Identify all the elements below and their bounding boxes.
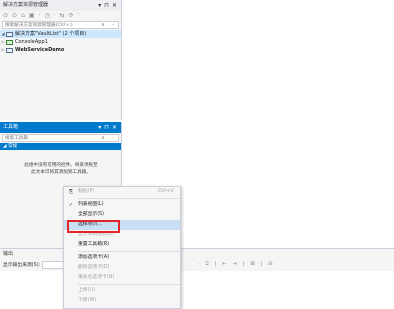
solution-explorer-title: 解决方案资源管理器 [3, 2, 49, 8]
menu-item-label: 显示项目格式(O) [78, 232, 115, 237]
menu-item-list-view[interactable]: ✓ 列表视图(L) [64, 200, 180, 210]
output-text-area[interactable] [0, 271, 394, 309]
sync-icon[interactable]: ⇆ [60, 12, 65, 19]
solution-label: 解决方案"VaultList" (2 个项目) [15, 31, 87, 37]
collapse-all-icon[interactable]: ⁻ [78, 12, 81, 19]
output-title: 输出 [3, 251, 14, 257]
menu-item-show-all[interactable]: 全部显示(S) [64, 210, 180, 220]
tree-item-project[interactable]: ▷ ConsoleApp1 [0, 38, 121, 46]
pin-icon[interactable]: ⊓ [104, 122, 109, 133]
dropdown-icon[interactable]: ▾ [98, 0, 101, 11]
menu-separator [78, 284, 180, 285]
refresh-icon[interactable]: ⟳ [69, 12, 74, 19]
toolbox-empty-message: 此组中没有可用的控件。将某项拖至 此文本可将其添加到工具箱。 [4, 162, 118, 176]
menu-item-label: 列表视图(L) [78, 202, 104, 207]
close-icon[interactable]: ✕ [112, 0, 117, 11]
previous-message-icon[interactable]: ⇤ [222, 261, 226, 267]
project-icon [6, 47, 13, 53]
toolbox-context-menu: ⎘ 粘贴(P) Ctrl+V ✓ 列表视图(L) 全部显示(S) 选择项(I).… [63, 186, 181, 309]
toolbox-search[interactable]: 搜索工具箱 ⌕ · [2, 134, 119, 142]
menu-item-choose-items[interactable]: 选择项(I)... [64, 220, 180, 230]
next-message-icon[interactable]: ⇥ [233, 261, 237, 267]
back-icon[interactable]: ⊙ [3, 12, 8, 19]
output-tools: · ⍗ | ⇤ ⇥ | ⊠ | ⊟ [198, 261, 272, 267]
word-wrap-icon[interactable]: ⊟ [268, 261, 272, 267]
home-icon[interactable]: ⌂ [21, 12, 25, 19]
output-panel: 输出 显示输出来源(S): · ⍗ | ⇤ ⇥ | ⊠ | ⊟ [0, 248, 394, 309]
separator: | [260, 261, 263, 267]
search-options-icon[interactable]: · [108, 22, 118, 28]
menu-item-label: 添加选项卡(A) [78, 255, 110, 260]
menu-item-move-down[interactable]: 下移(W) [64, 296, 180, 306]
toolbar-dropdown-icon-2[interactable]: · [54, 12, 56, 19]
project-label: WebServiceDemo [15, 47, 65, 53]
menu-item-label: 下移(W) [78, 298, 97, 303]
search-icon[interactable]: ⌕ [98, 22, 108, 28]
menu-item-add-tab[interactable]: 添加选项卡(A) [64, 253, 180, 263]
menu-item-label: 重置工具箱(R) [78, 242, 110, 247]
toolbox-titlebar: 工具箱 ▾ ⊓ ✕ [0, 122, 121, 133]
forward-icon[interactable]: ⊙ [12, 12, 17, 19]
menu-item-paste[interactable]: ⎘ 粘贴(P) Ctrl+V [64, 187, 180, 197]
menu-separator [78, 198, 180, 199]
find-message-icon[interactable]: ⍗ [206, 261, 209, 267]
toolbox-empty-line: 此组中没有可用的控件。将某项拖至 [24, 163, 98, 168]
solution-explorer-search-input[interactable]: 搜索解决方案资源管理器(Ctrl+;) [5, 22, 98, 28]
dropdown-icon[interactable]: ▾ [98, 122, 101, 133]
clear-all-icon[interactable]: ⊠ [250, 261, 254, 267]
paste-icon: ⎘ [68, 189, 73, 195]
menu-item-show-item-format[interactable]: 显示项目格式(O) [64, 230, 180, 240]
project-label: ConsoleApp1 [15, 39, 48, 45]
menu-item-label: 上移(U) [78, 288, 95, 293]
menu-item-label: 重命名选项卡(N) [78, 275, 115, 280]
menu-item-label: 删除选项卡(D) [78, 265, 110, 270]
solution-icon [6, 31, 13, 37]
solution-explorer-panel: 解决方案资源管理器 ▾ ⊓ ✕ ⊙ ⊙ ⌂ ▣ · ◷ · ⇆ ⟳ ⁻ 搜索解决… [0, 0, 122, 120]
toolbox-search-input[interactable]: 搜索工具箱 [5, 135, 98, 141]
separator: | [242, 261, 245, 267]
search-icon[interactable]: ⌕ [98, 135, 108, 141]
menu-item-reset-toolbox[interactable]: 重置工具箱(R) [64, 240, 180, 250]
toolbox-empty-line: 此文本可将其添加到工具箱。 [31, 170, 91, 175]
solution-explorer-search[interactable]: 搜索解决方案资源管理器(Ctrl+;) ⌕ · [2, 21, 119, 29]
solution-explorer-titlebar: 解决方案资源管理器 ▾ ⊓ ✕ [0, 0, 121, 11]
search-options-icon[interactable]: · [108, 135, 118, 141]
menu-item-label: 粘贴(P) [78, 189, 95, 194]
pin-icon[interactable]: ⊓ [104, 0, 109, 11]
toolbox-title: 工具箱 [3, 124, 19, 130]
menu-item-delete-tab[interactable]: 删除选项卡(D) [64, 263, 180, 273]
checkmark-icon: ✓ [68, 202, 74, 208]
source-dropdown-arrow-icon[interactable]: · [198, 261, 200, 267]
output-source-label: 显示输出来源(S): [3, 263, 41, 268]
menu-item-rename-tab[interactable]: 重命名选项卡(N) [64, 273, 180, 283]
pending-changes-icon[interactable]: ◷ [44, 12, 49, 19]
separator: | [214, 261, 217, 267]
tree-item-solution[interactable]: ◢ 解决方案"VaultList" (2 个项目) [0, 30, 121, 38]
project-icon [6, 39, 13, 45]
menu-separator [78, 251, 180, 252]
switch-views-icon[interactable]: ▣ [29, 12, 35, 19]
toolbox-category-general[interactable]: ◢ 常规 [0, 143, 121, 150]
toolbar-dropdown-icon[interactable]: · [39, 12, 41, 19]
menu-item-move-up[interactable]: 上移(U) [64, 286, 180, 296]
solution-explorer-toolbar: ⊙ ⊙ ⌂ ▣ · ◷ · ⇆ ⟳ ⁻ [0, 11, 121, 20]
menu-item-label: 全部显示(S) [78, 212, 104, 217]
close-icon[interactable]: ✕ [112, 122, 117, 133]
menu-item-shortcut: Ctrl+V [158, 189, 174, 194]
menu-item-label: 选择项(I)... [78, 222, 103, 227]
tree-item-project[interactable]: ▷ WebServiceDemo [0, 46, 121, 54]
